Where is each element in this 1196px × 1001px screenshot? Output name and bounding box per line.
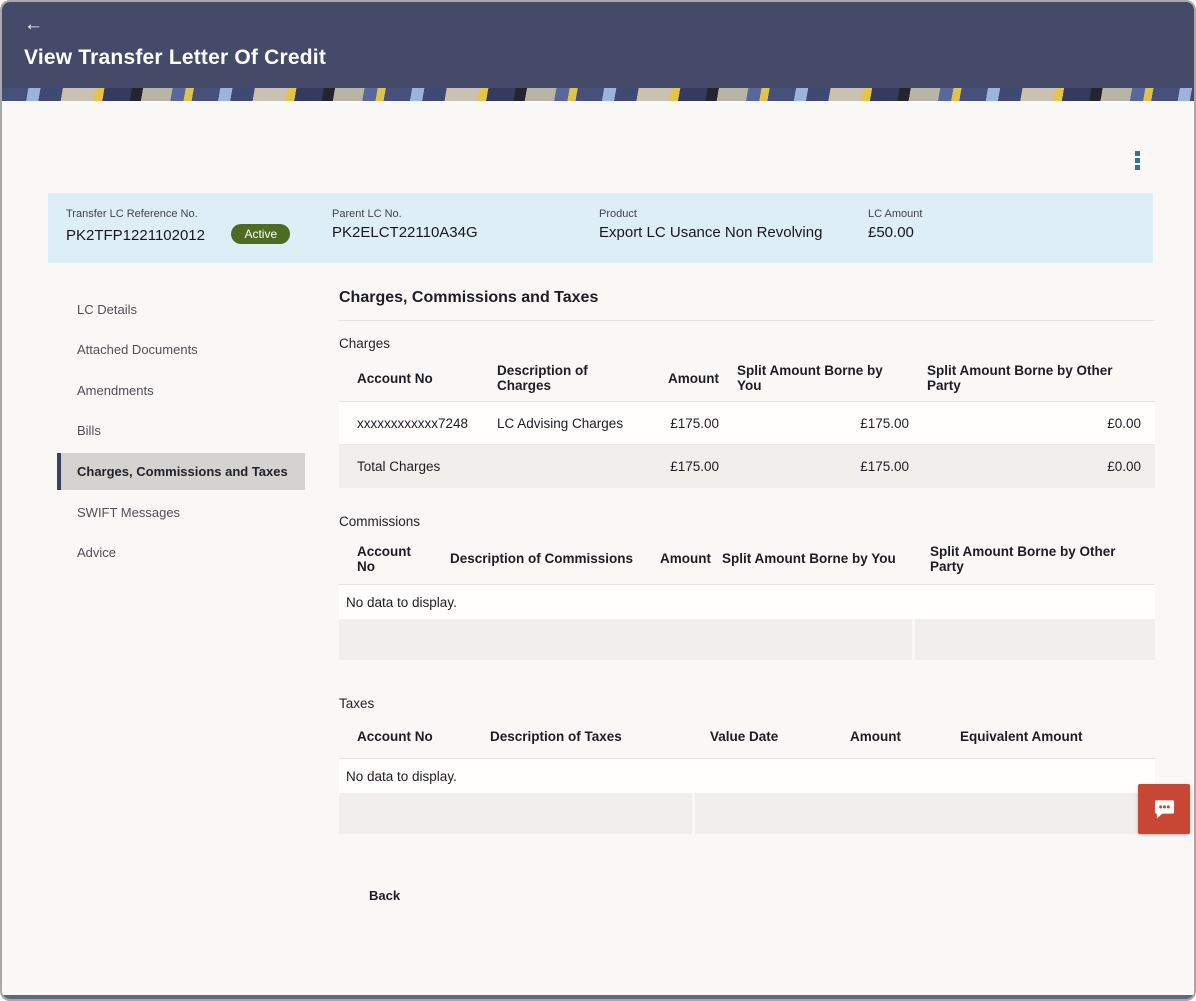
col-header: Split Amount Borne by Other Party [927, 363, 1113, 393]
empty-state-row: No data to display. [339, 585, 1155, 619]
main-panel: Charges, Commissions and Taxes Charges A… [339, 289, 1155, 905]
col-header: Split Amount Borne by You [737, 363, 883, 393]
taxes-footer-row [339, 793, 1155, 834]
charges-section-label: Charges [339, 336, 391, 351]
sidebar-item[interactable]: Attached Documents [57, 330, 305, 371]
field-label: LC Amount [868, 208, 923, 220]
section-sidebar: LC Details Attached Documents Amendments… [57, 289, 305, 573]
col-header: Description of Commissions [450, 551, 634, 566]
status-badge: Active [231, 224, 291, 244]
field-value: Export LC Usance Non Revolving [599, 224, 823, 241]
taxes-table: Account No Description of Taxes Value Da… [339, 715, 1155, 834]
commissions-table-header: Account No Description of Commissions Am… [339, 533, 1155, 585]
cell-split-you: £175.00 [860, 415, 909, 431]
kebab-dot [1135, 158, 1140, 163]
frame-bottom-edge [2, 995, 1194, 999]
col-header: Equivalent Amount [960, 729, 1083, 744]
cell-description: LC Advising Charges [497, 415, 624, 431]
footer-segment [915, 619, 1155, 660]
sidebar-item[interactable]: LC Details [57, 289, 305, 330]
taxes-section-label: Taxes [339, 696, 375, 711]
charges-table: Account No Description of Charges Amount… [339, 355, 1155, 488]
commissions-table: Account No Description of Commissions Am… [339, 533, 1155, 660]
total-split-you: £175.00 [860, 459, 909, 474]
lc-summary-bar: Transfer LC Reference No. PK2TFP12211020… [48, 193, 1153, 263]
sidebar-item[interactable]: Bills [57, 411, 305, 452]
col-header: Account No [357, 729, 433, 744]
empty-state-row: No data to display. [339, 759, 1155, 793]
col-header: Amount [850, 729, 901, 744]
footer-segment [339, 793, 692, 834]
col-header: Account No [357, 543, 411, 574]
summary-field-lc-amount: LC Amount £50.00 [868, 208, 1153, 263]
col-header: Account No [357, 370, 433, 386]
sidebar-item[interactable]: Amendments [57, 370, 305, 411]
viewport-frame: ← View Transfer Letter Of Credit Transfe… [0, 0, 1196, 1001]
kebab-dot [1135, 151, 1140, 156]
col-header: Split Amount Borne by You [722, 551, 896, 566]
empty-state-text: No data to display. [346, 768, 457, 784]
chat-bubble-icon [1154, 799, 1174, 818]
field-label: Parent LC No. [332, 208, 402, 220]
summary-field-parent-lc: Parent LC No. PK2ELCT22110A34G [332, 208, 599, 263]
sidebar-item[interactable]: SWIFT Messages [57, 492, 305, 533]
kebab-dot [1135, 165, 1140, 170]
field-value: PK2TFP1221102012 [66, 227, 205, 244]
col-header: Description of Charges [497, 363, 588, 393]
sidebar-item[interactable]: Advice [57, 533, 305, 574]
commissions-footer-row [339, 619, 1155, 660]
footer-segment [339, 619, 912, 660]
total-amount: £175.00 [670, 459, 719, 474]
summary-field-product: Product Export LC Usance Non Revolving [599, 208, 868, 263]
col-header: Amount [668, 370, 719, 386]
app-header: ← View Transfer Letter Of Credit [2, 2, 1194, 88]
field-label: Transfer LC Reference No. [66, 208, 198, 220]
cell-split-other: £0.00 [1107, 415, 1141, 431]
col-header: Value Date [710, 729, 779, 744]
footer-segment [695, 793, 1155, 834]
col-header: Split Amount Borne by Other Party [930, 543, 1116, 574]
field-value: PK2ELCT22110A34G [332, 224, 478, 241]
field-label: Product [599, 208, 637, 220]
charges-total-row: Total Charges £175.00 £175.00 £0.00 [339, 445, 1155, 488]
table-row: xxxxxxxxxxxx7248 LC Advising Charges £17… [339, 402, 1155, 445]
total-label: Total Charges [357, 459, 441, 474]
back-arrow-icon[interactable]: ← [24, 15, 43, 34]
summary-field-reference: Transfer LC Reference No. PK2TFP12211020… [66, 208, 332, 263]
panel-title: Charges, Commissions and Taxes [339, 289, 1155, 321]
commissions-section-label: Commissions [339, 514, 421, 529]
cell-amount: £175.00 [670, 415, 719, 431]
col-header: Description of Taxes [490, 729, 622, 744]
page-title: View Transfer Letter Of Credit [24, 46, 327, 69]
field-value: £50.00 [868, 224, 914, 241]
decorative-pattern-strip [2, 88, 1194, 101]
sidebar-item[interactable]: Charges, Commissions and Taxes [57, 453, 305, 490]
total-split-other: £0.00 [1107, 459, 1141, 474]
empty-state-text: No data to display. [346, 594, 457, 610]
chat-button[interactable] [1138, 784, 1190, 834]
cell-account-no: xxxxxxxxxxxx7248 [357, 415, 469, 431]
col-header: Amount [660, 551, 711, 566]
back-button[interactable]: Back [369, 888, 400, 903]
taxes-table-header: Account No Description of Taxes Value Da… [339, 715, 1155, 759]
kebab-menu-icon[interactable] [1133, 149, 1142, 172]
charges-table-header: Account No Description of Charges Amount… [339, 355, 1155, 402]
